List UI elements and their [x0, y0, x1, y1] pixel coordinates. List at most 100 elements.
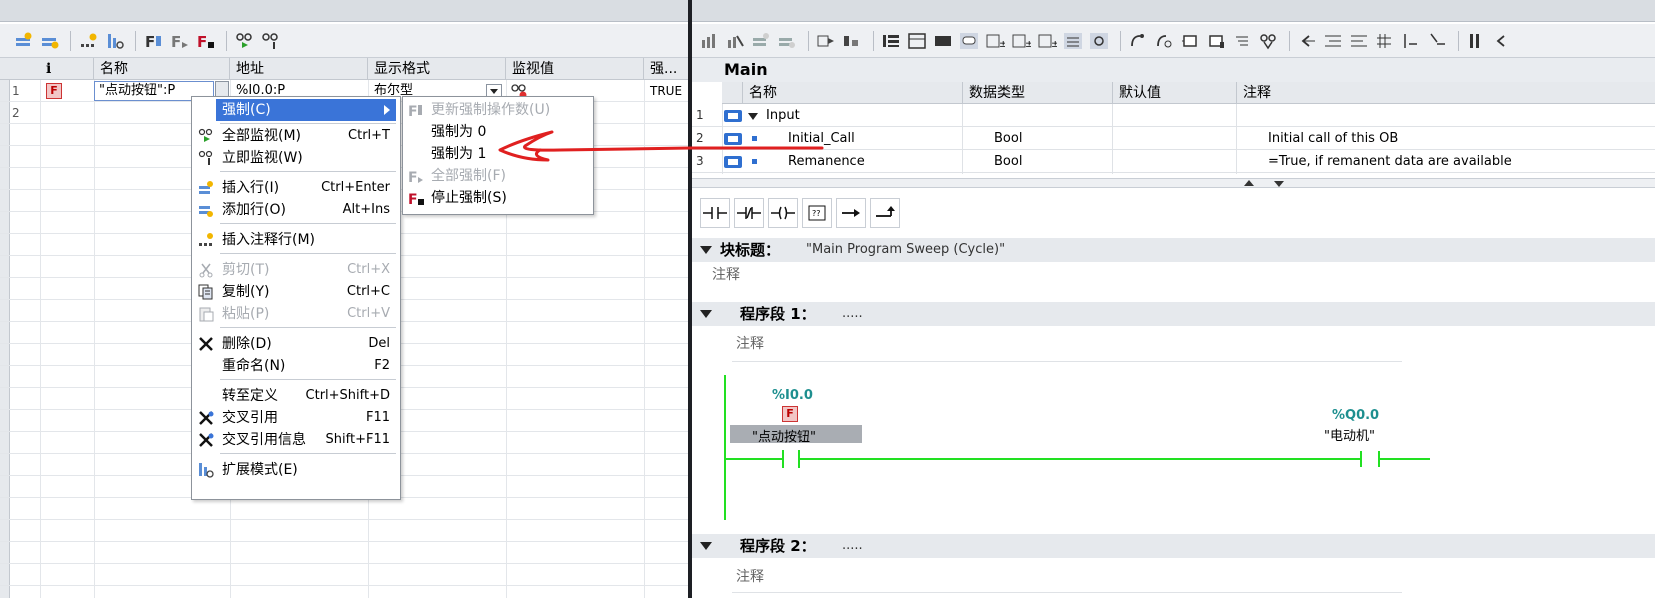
- network-2-bar[interactable]: 程序段 2： .....: [692, 534, 1655, 558]
- menu-item-insert-comment-row[interactable]: 插入注释行(M): [192, 229, 400, 251]
- network-title[interactable]: .....: [842, 534, 863, 558]
- open-branch-icon[interactable]: [836, 198, 866, 228]
- display-list-icon[interactable]: [1062, 30, 1084, 52]
- col-name[interactable]: 名称: [94, 58, 230, 80]
- table-row[interactable]: 2 Initial_Call Bool Initial call of this…: [692, 127, 1655, 150]
- contact-tag-name[interactable]: "点动按钮": [752, 426, 816, 445]
- table-row[interactable]: 3 Remanence Bool =True, if remanent data…: [692, 150, 1655, 173]
- submenu-item-force-0[interactable]: 强制为 0: [403, 121, 593, 143]
- jump-icon[interactable]: [1491, 30, 1513, 52]
- menu-item-delete[interactable]: 删除(D) Del: [192, 333, 400, 355]
- force-value-cell[interactable]: TRUE: [644, 80, 688, 102]
- call-remove-icon[interactable]: [1153, 30, 1175, 52]
- menu-item-cross-reference[interactable]: 交叉引用 F11: [192, 407, 400, 429]
- stop-force-icon[interactable]: F: [194, 29, 218, 53]
- splitter-up-icon[interactable]: [1244, 180, 1254, 186]
- coil-address[interactable]: %Q0.0: [1332, 408, 1379, 423]
- interface-name[interactable]: Input: [760, 104, 800, 127]
- interface-name[interactable]: Remanence: [782, 150, 865, 173]
- col-display-format[interactable]: 显示格式: [368, 58, 506, 80]
- table-row[interactable]: [0, 564, 688, 586]
- step-icon[interactable]: [1400, 30, 1422, 52]
- network-title[interactable]: .....: [842, 302, 863, 326]
- interface-comment[interactable]: Initial call of this OB: [1262, 127, 1398, 150]
- jump-back-icon[interactable]: [1296, 30, 1318, 52]
- interface-comment[interactable]: =True, if remanent data are available: [1262, 150, 1512, 173]
- empty-box-icon[interactable]: ??: [802, 198, 832, 228]
- menu-item-copy[interactable]: 复制(Y) Ctrl+C: [192, 281, 400, 303]
- monitor-now-icon[interactable]: [259, 29, 283, 53]
- block-heading-value[interactable]: "Main Program Sweep (Cycle)": [806, 238, 1005, 262]
- insert-row-icon[interactable]: [12, 29, 36, 53]
- indent-left-icon[interactable]: [1348, 30, 1370, 52]
- network-1-bar[interactable]: 程序段 1： .....: [692, 302, 1655, 326]
- indent-right-icon[interactable]: [1322, 30, 1344, 52]
- settings-icon[interactable]: [1088, 30, 1110, 52]
- collapse-arrow-icon[interactable]: [700, 542, 712, 550]
- menu-item-paste[interactable]: 粘贴(P) Ctrl+V: [192, 303, 400, 325]
- network-comment[interactable]: 注释: [736, 333, 764, 355]
- upload-icon[interactable]: [724, 30, 746, 52]
- table-row[interactable]: [0, 520, 688, 542]
- list-icon[interactable]: [880, 30, 902, 52]
- submenu-item-force-1[interactable]: 强制为 1: [403, 143, 593, 165]
- interface-name[interactable]: Initial_Call: [782, 127, 855, 150]
- update-force-icon[interactable]: F: [142, 29, 166, 53]
- add-network-icon[interactable]: [776, 30, 798, 52]
- collapse-icon[interactable]: [932, 30, 954, 52]
- submenu-item-update-force[interactable]: F 更新强制操作数(U): [403, 99, 593, 121]
- nc-contact-icon[interactable]: [734, 198, 764, 228]
- compile-icon[interactable]: [1231, 30, 1253, 52]
- block-heading-bar[interactable]: 块标题： "Main Program Sweep (Cycle)": [692, 238, 1655, 262]
- block-comment[interactable]: 注释: [712, 264, 740, 286]
- col-address[interactable]: 地址: [230, 58, 368, 80]
- collapse-arrow-icon[interactable]: [700, 310, 712, 318]
- menu-item-go-to-definition[interactable]: 转至定义 Ctrl+Shift+D: [192, 385, 400, 407]
- collapse-arrow-icon[interactable]: [700, 246, 712, 254]
- add-row-icon[interactable]: [38, 29, 62, 53]
- menu-item-cut[interactable]: 剪切(T) Ctrl+X: [192, 259, 400, 281]
- submenu-item-stop-force[interactable]: F 停止强制(S): [403, 187, 593, 209]
- frame-icon[interactable]: [906, 30, 928, 52]
- coil-icon[interactable]: [768, 198, 798, 228]
- menu-item-insert-row[interactable]: 插入行(I) Ctrl+Enter: [192, 177, 400, 199]
- menu-item-cross-reference-info[interactable]: 交叉引用信息 Shift+F11: [192, 429, 400, 451]
- comment-icon[interactable]: [958, 30, 980, 52]
- splitter-down-icon[interactable]: [1274, 181, 1284, 187]
- insert-comment-row-icon[interactable]: [77, 29, 101, 53]
- monitor-all-icon[interactable]: [233, 29, 257, 53]
- menu-item-monitor-now[interactable]: 立即监视(W): [192, 147, 400, 169]
- interface-type[interactable]: Bool: [988, 150, 1022, 173]
- no-contact-icon[interactable]: [700, 198, 730, 228]
- insert-row-arrow-icon[interactable]: [815, 30, 837, 52]
- col-name[interactable]: 名称: [742, 82, 962, 104]
- menu-item-monitor-all[interactable]: 全部监视(M) Ctrl+T: [192, 125, 400, 147]
- table-row[interactable]: 1 Input: [692, 104, 1655, 127]
- network-comment[interactable]: 注释: [736, 566, 764, 588]
- extended-mode-icon[interactable]: [103, 29, 127, 53]
- col-info[interactable]: i: [40, 58, 94, 80]
- compare-icon[interactable]: [841, 30, 863, 52]
- insert-network-icon[interactable]: [750, 30, 772, 52]
- hash-icon[interactable]: [1374, 30, 1396, 52]
- interface-splitter[interactable]: [692, 178, 1655, 188]
- col-default-value[interactable]: 默认值: [1112, 82, 1236, 104]
- menu-item-force[interactable]: 强制(C): [216, 99, 396, 121]
- menu-item-rename[interactable]: 重命名(N) F2: [192, 355, 400, 377]
- tag-info-icon[interactable]: ±: [1036, 30, 1058, 52]
- col-force-value[interactable]: 强...: [644, 58, 688, 80]
- absolute-operand-icon[interactable]: ±: [984, 30, 1006, 52]
- coil-tag-name[interactable]: "电动机": [1324, 425, 1375, 444]
- block-edit-icon[interactable]: [1205, 30, 1227, 52]
- table-row[interactable]: [0, 542, 688, 564]
- force-all-icon[interactable]: F: [168, 29, 192, 53]
- favorites-icon[interactable]: ±: [1010, 30, 1032, 52]
- expand-arrow-icon[interactable]: [748, 113, 758, 120]
- close-branch-icon[interactable]: [870, 198, 900, 228]
- col-data-type[interactable]: 数据类型: [962, 82, 1112, 104]
- download-icon[interactable]: [698, 30, 720, 52]
- contact-address[interactable]: %I0.0: [772, 388, 813, 403]
- interface-type[interactable]: Bool: [988, 127, 1022, 150]
- col-comment[interactable]: 注释: [1236, 82, 1655, 104]
- pause-icon[interactable]: [1465, 30, 1487, 52]
